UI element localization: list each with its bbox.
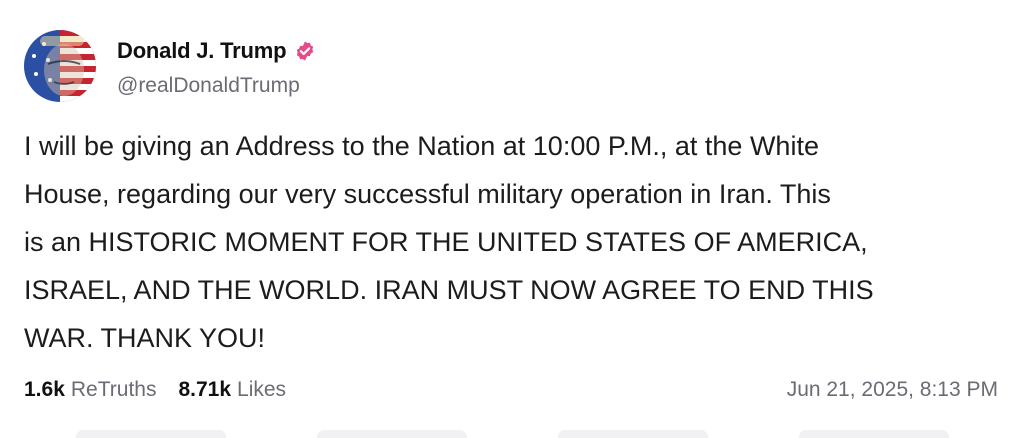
verified-badge-icon: [294, 40, 316, 62]
author-handle[interactable]: @realDonaldTrump: [117, 74, 316, 98]
avatar[interactable]: [24, 30, 96, 102]
post-timestamp[interactable]: Jun 21, 2025, 8:13 PM: [787, 378, 998, 402]
retruth-button[interactable]: [316, 430, 467, 438]
action-bar: [0, 430, 1024, 438]
retruths-count: 1.6k: [24, 378, 65, 401]
author-block: Donald J. Trump @realDonaldTrump: [117, 36, 316, 98]
reply-button[interactable]: [75, 430, 226, 438]
share-button[interactable]: [798, 430, 949, 438]
retruths-stat[interactable]: 1.6k ReTruths: [24, 378, 156, 402]
likes-stat[interactable]: 8.71k Likes: [178, 378, 286, 402]
author-display-name[interactable]: Donald J. Trump: [117, 38, 287, 64]
author-name-row: Donald J. Trump: [117, 36, 316, 66]
likes-count: 8.71k: [178, 378, 232, 401]
post-card: Donald J. Trump @realDonaldTrump I will …: [0, 0, 1024, 438]
post-footer: 1.6k ReTruths 8.71k Likes Jun 21, 2025, …: [24, 372, 998, 408]
avatar-image: [24, 30, 96, 102]
post-text: I will be giving an Address to the Natio…: [24, 131, 874, 353]
likes-label: Likes: [237, 378, 287, 401]
retruths-label: ReTruths: [70, 378, 157, 401]
like-button[interactable]: [557, 430, 708, 438]
